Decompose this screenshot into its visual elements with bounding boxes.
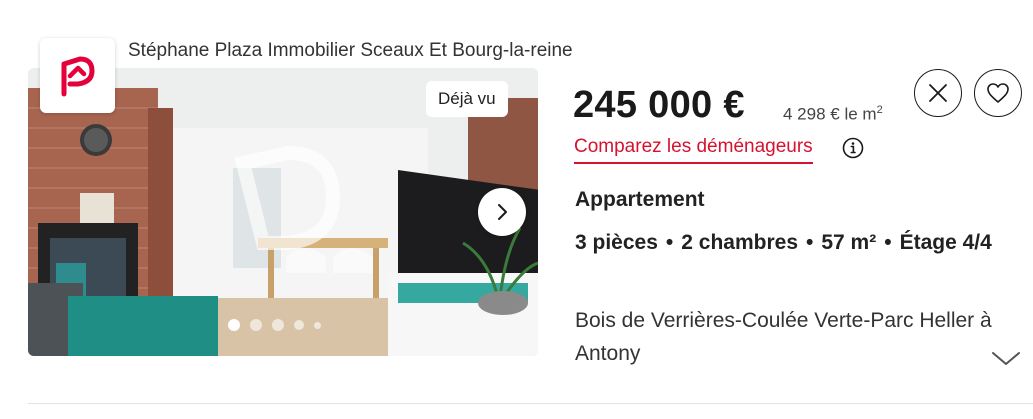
- close-icon: [929, 84, 947, 102]
- feature-floor: Étage 4/4: [899, 231, 992, 254]
- chevron-right-icon: [498, 204, 507, 220]
- carousel-dot[interactable]: [228, 319, 240, 331]
- listing-price: 245 000 €: [573, 84, 745, 126]
- property-type: Appartement: [575, 188, 705, 211]
- agency-logo[interactable]: [40, 38, 115, 113]
- chevron-down-icon: [992, 352, 1020, 365]
- feature-bedrooms: 2 chambres: [681, 231, 798, 254]
- carousel-dots: [228, 319, 321, 331]
- agency-name[interactable]: Stéphane Plaza Immobilier Sceaux Et Bour…: [128, 40, 573, 62]
- price-per-sqm-text: 4 298 € le m: [783, 104, 877, 124]
- carousel-dot[interactable]: [272, 319, 284, 331]
- property-features: 3 pièces • 2 chambres • 57 m² • Étage 4/4: [575, 226, 1025, 259]
- favorite-button[interactable]: [974, 69, 1022, 117]
- feature-separator: •: [665, 231, 674, 254]
- price-per-sqm-sup: 2: [876, 104, 883, 116]
- compare-movers-link[interactable]: Comparez les déménageurs: [574, 136, 813, 164]
- info-icon[interactable]: [842, 137, 864, 164]
- feature-rooms: 3 pièces: [575, 231, 658, 254]
- dismiss-button[interactable]: [914, 69, 962, 117]
- expand-button[interactable]: [990, 348, 1022, 373]
- heart-icon: [987, 83, 1009, 103]
- feature-separator: •: [884, 231, 892, 254]
- carousel-dot[interactable]: [294, 320, 304, 330]
- feature-area: 57 m²: [821, 231, 877, 254]
- price-per-sqm: 4 298 € le m2: [783, 104, 883, 125]
- next-photo-button[interactable]: [478, 188, 526, 236]
- stephane-plaza-logo-icon: [61, 56, 94, 96]
- seen-badge: Déjà vu: [426, 81, 508, 117]
- carousel-dot[interactable]: [314, 321, 321, 329]
- property-location: Bois de Verrières-Coulée Verte-Parc Hell…: [575, 309, 992, 365]
- carousel-dot[interactable]: [250, 319, 262, 331]
- feature-separator: •: [806, 231, 814, 254]
- listing-card[interactable]: Stéphane Plaza Immobilier Sceaux Et Bour…: [0, 0, 1033, 419]
- card-divider: [28, 403, 1033, 404]
